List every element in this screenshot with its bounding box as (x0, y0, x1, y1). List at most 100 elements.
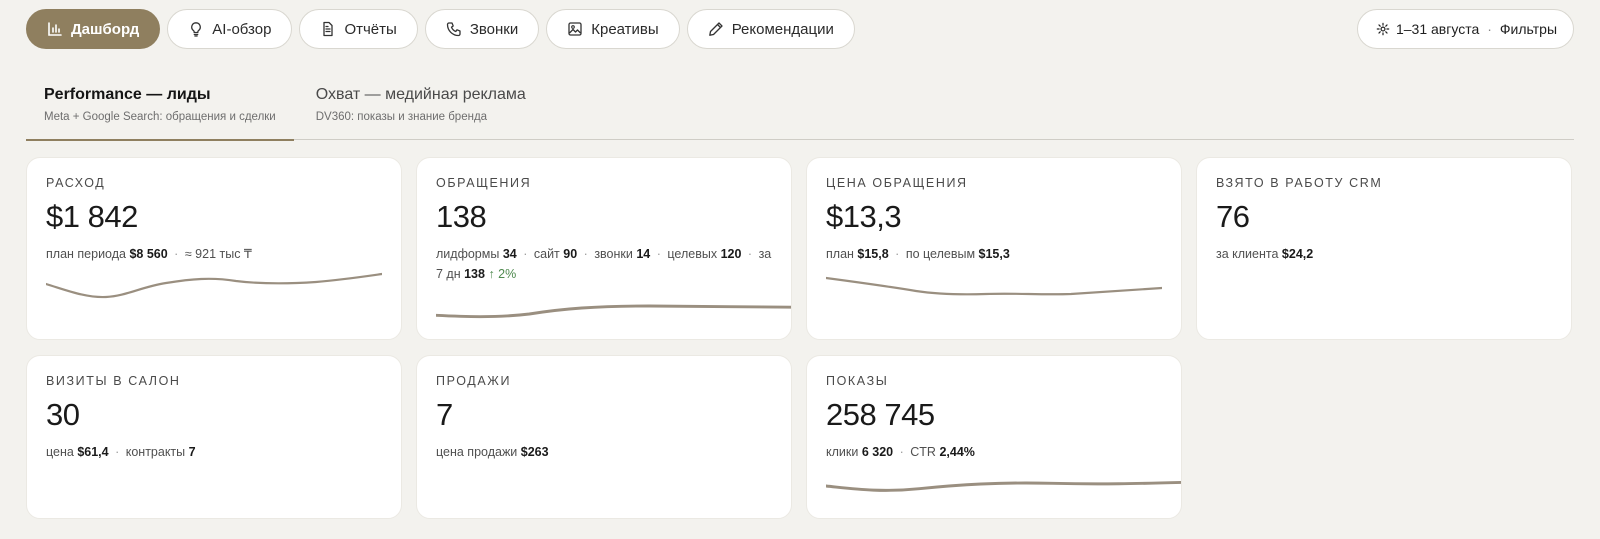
kpi-meta: план периода $8 560 · ≈ 921 тыс ₸ (46, 244, 382, 264)
filters-label: Фильтры (1499, 21, 1557, 37)
site-value: 90 (563, 247, 578, 261)
tab-reach-subtitle: DV360: показы и знание бренда (315, 111, 488, 123)
kpi-card-crm[interactable]: Взято в работу CRM 76 за клиента $24,2 (1196, 157, 1572, 340)
kpi-label: Обращения (436, 176, 532, 190)
spend-sparkline (46, 272, 382, 299)
kpi-card-cost-per-lead[interactable]: Цена обращения $13,3 план $15,8 · по цел… (806, 157, 1182, 340)
nav-reports-button[interactable]: Отчёты (299, 9, 418, 49)
kpi-meta: клики 6 320 · CTR 2,44% (826, 442, 1162, 462)
tab-performance-subtitle: Meta + Google Search: обращения и сделки (44, 111, 276, 123)
lightbulb-icon (191, 22, 202, 37)
target-value: 120 (720, 247, 742, 261)
clicks-label: клики (826, 445, 859, 459)
gear-icon (1376, 22, 1390, 36)
sale-price-label: цена продажи (436, 445, 518, 459)
nav-reports-label: Отчёты (344, 20, 397, 38)
plan-value: $15,8 (857, 247, 889, 261)
kpi-meta: за клиента $24,2 (1216, 244, 1552, 264)
kpi-label: Цена обращения (826, 176, 968, 190)
kpi-value: 30 (46, 397, 80, 432)
nav-dashboard-button[interactable]: Дашборд (26, 9, 161, 49)
plan-label: план периода (46, 247, 126, 261)
leads-sparkline (436, 304, 791, 319)
calls-value: 14 (636, 247, 651, 261)
per-client-value: $24,2 (1281, 247, 1314, 261)
tab-performance[interactable]: Performance — лиды Meta + Google Search:… (26, 80, 294, 141)
target-value: $15,3 (978, 247, 1010, 261)
meta-separator: · (174, 247, 179, 261)
price-value: $61,4 (77, 445, 109, 459)
calls-label: звонки (594, 247, 633, 261)
date-filter-button[interactable]: 1–31 августа · Фильтры (1356, 9, 1574, 49)
plan-value: $8 560 (129, 247, 168, 261)
kpi-card-spend[interactable]: Расход $1 842 план периода $8 560 · ≈ 92… (26, 157, 402, 340)
meta-separator: · (895, 247, 900, 261)
kpi-value: $13,3 (826, 199, 902, 234)
filter-separator: · (1487, 21, 1492, 37)
sale-price-value: $263 (520, 445, 549, 459)
site-label: сайт (533, 247, 560, 261)
kpi-meta: план $15,8 · по целевым $15,3 (826, 244, 1162, 264)
target-label: целевых (667, 247, 718, 261)
contracts-value: 7 (188, 445, 196, 459)
kpi-value: $1 842 (46, 199, 138, 234)
spend-kzt-value: ≈ 921 тыс ₸ (184, 247, 252, 261)
date-range-label: 1–31 августа (1395, 21, 1480, 37)
bar-chart-icon (48, 22, 62, 36)
price-label: цена (46, 445, 74, 459)
leadforms-label: лидформы (436, 247, 500, 261)
meta-separator: · (656, 247, 661, 261)
kpi-card-salon-visits[interactable]: Визиты в салон 30 цена $61,4 · контракты… (26, 355, 402, 519)
nav-ai-overview-button[interactable]: AI-обзор (167, 9, 293, 49)
impressions-sparkline (826, 480, 1181, 492)
kpi-value: 258 745 (826, 397, 935, 432)
main-nav: Дашборд AI-обзор Отчёты Звонки Креативы … (26, 9, 855, 49)
nav-creatives-button[interactable]: Креативы (546, 9, 680, 49)
kpi-label: Продажи (436, 374, 512, 388)
leadforms-value: 34 (502, 247, 517, 261)
per-client-label: за клиента (1216, 247, 1279, 261)
nav-ai-overview-label: AI-обзор (212, 20, 272, 38)
phone-icon (446, 22, 461, 37)
nav-creatives-label: Креативы (591, 20, 659, 38)
week-value: 138 (464, 267, 485, 281)
kpi-meta: цена продажи $263 (436, 442, 772, 462)
ctr-value: 2,44% (939, 445, 975, 459)
target-label: по целевым (905, 247, 976, 261)
kpi-meta: цена $61,4 · контракты 7 (46, 442, 382, 462)
pencil-icon (708, 22, 723, 36)
meta-separator: · (899, 445, 904, 459)
nav-recommendations-label: Рекомендации (731, 20, 834, 38)
tab-performance-title: Performance — лиды (44, 86, 211, 103)
document-icon (323, 21, 334, 37)
clicks-value: 6 320 (861, 445, 894, 459)
kpi-value: 7 (436, 397, 453, 432)
kpi-card-leads[interactable]: Обращения 138 лидформы 34 · сайт 90 · зв… (416, 157, 792, 340)
kpi-card-impressions[interactable]: Показы 258 745 клики 6 320 · CTR 2,44% (806, 355, 1182, 519)
kpi-grid: Расход $1 842 план периода $8 560 · ≈ 92… (26, 157, 1574, 519)
kpi-label: Взято в работу CRM (1216, 176, 1383, 190)
cpl-sparkline (826, 276, 1162, 296)
meta-separator: · (523, 247, 528, 261)
nav-calls-button[interactable]: Звонки (424, 9, 540, 49)
nav-recommendations-button[interactable]: Рекомендации (686, 9, 855, 49)
image-icon (568, 22, 582, 36)
kpi-value: 76 (1216, 199, 1250, 234)
kpi-label: Визиты в салон (46, 374, 181, 388)
trend-up-delta: ↑ 2% (488, 267, 517, 281)
contracts-label: контракты (125, 445, 186, 459)
meta-separator: · (583, 247, 588, 261)
plan-label: план (826, 247, 854, 261)
nav-calls-label: Звонки (469, 20, 519, 38)
kpi-meta: лидформы 34 · сайт 90 · звонки 14 · целе… (436, 244, 772, 284)
kpi-label: Расход (46, 176, 106, 190)
tab-reach[interactable]: Охват — медийная реклама DV360: показы и… (298, 80, 544, 140)
kpi-label: Показы (826, 374, 889, 388)
ctr-label: CTR (910, 445, 936, 459)
meta-separator: · (747, 247, 753, 261)
kpi-card-sales[interactable]: Продажи 7 цена продажи $263 (416, 355, 792, 519)
nav-dashboard-label: Дашборд (71, 20, 140, 38)
tab-reach-title: Охват — медийная реклама (315, 86, 526, 103)
meta-separator: · (115, 445, 120, 459)
top-bar: Дашборд AI-обзор Отчёты Звонки Креативы … (26, 9, 1574, 49)
